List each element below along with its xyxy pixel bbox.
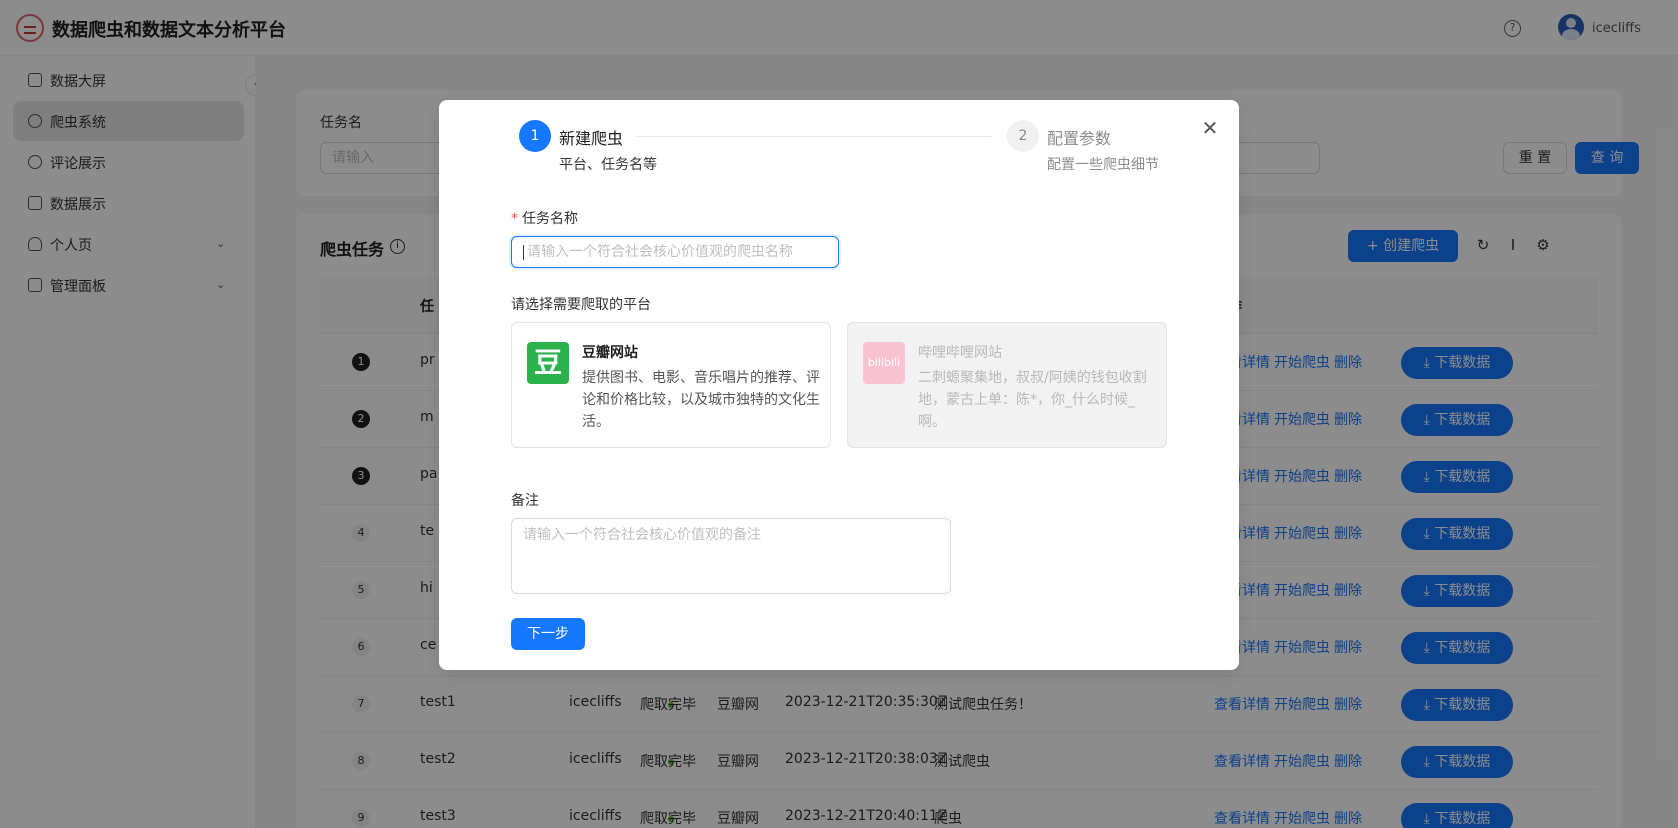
douban-logo-icon: 豆 xyxy=(527,342,569,384)
close-icon[interactable]: ✕ xyxy=(1200,118,1220,138)
task-name-label: * 任务名称 xyxy=(511,208,578,228)
bilibili-logo-icon: bilibili xyxy=(863,342,905,384)
platform-label: 请选择需要爬取的平台 xyxy=(511,297,651,313)
task-name-placeholder: 请输入一个符合社会核心价值观的爬虫名称 xyxy=(527,244,793,260)
platform-desc: 提供图书、电影、音乐唱片的推荐、评论和价格比较，以及城市独特的文化生活。 xyxy=(582,370,820,430)
task-name-label-text: 任务名称 xyxy=(522,211,578,227)
step-connector xyxy=(637,136,991,137)
step-2-indicator: 2 xyxy=(1007,120,1039,152)
platform-name: 哔哩哔哩网站 xyxy=(918,345,1002,361)
next-step-button[interactable]: 下一步 xyxy=(511,618,585,650)
required-mark: * xyxy=(511,211,518,227)
step-1-indicator: 1 xyxy=(519,120,551,152)
step-1-desc: 平台、任务名等 xyxy=(559,157,657,173)
remark-textarea[interactable]: 请输入一个符合社会核心价值观的备注 xyxy=(511,518,951,594)
step-2-title: 配置参数 xyxy=(1047,129,1112,148)
platform-card-bilibili: bilibili 哔哩哔哩网站 二刺螈聚集地，叔叔/阿姨的钱包收割地，蒙古上单：… xyxy=(847,322,1167,448)
create-crawler-modal: ✕ 1 新建爬虫 平台、任务名等 2 配置参数 配置一些爬虫细节 * 任务名称 请… xyxy=(439,100,1239,670)
platform-desc: 二刺螈聚集地，叔叔/阿姨的钱包收割地，蒙古上单：陈*，你_什么时候_啊。 xyxy=(918,370,1147,430)
step-1-title: 新建爬虫 xyxy=(559,129,624,148)
step-2-desc: 配置一些爬虫细节 xyxy=(1047,157,1159,173)
task-name-input[interactable]: 请输入一个符合社会核心价值观的爬虫名称 xyxy=(511,236,839,268)
platform-card-douban[interactable]: 豆 豆瓣网站 提供图书、电影、音乐唱片的推荐、评论和价格比较，以及城市独特的文化… xyxy=(511,322,831,448)
remark-label: 备注 xyxy=(511,493,539,509)
platform-name: 豆瓣网站 xyxy=(582,345,638,361)
